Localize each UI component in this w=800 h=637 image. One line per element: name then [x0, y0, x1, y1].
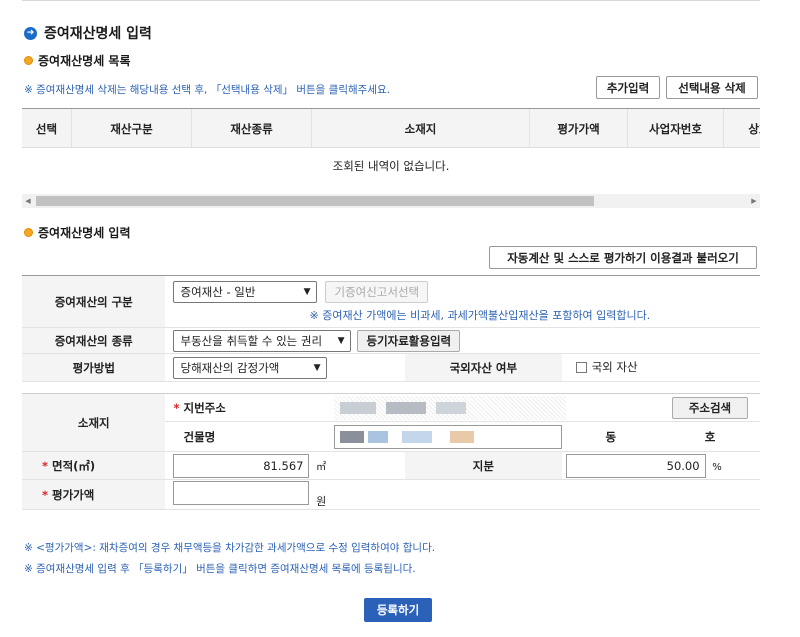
category-select[interactable]: 증여재산 - 일반 ▼	[173, 280, 318, 303]
horizontal-scrollbar[interactable]: ◀ ▶	[22, 194, 760, 208]
column-header-select: 선택	[22, 109, 72, 147]
address-row: 소재지 * 지번주소 주소검색	[22, 393, 760, 452]
address-label: 지번주소	[183, 400, 226, 415]
footnote-valuation: ※ <평가가액>: 재차증여의 경우 채무액등을 차가감한 과세가액으로 수정 …	[24, 542, 436, 554]
delete-notice: ※ 증여재산명세 삭제는 해당내용 선택 후, 「선택내용 삭제」 버튼을 클릭…	[24, 84, 390, 96]
category-row: 증여재산의 구분 증여재산 - 일반 ▼ 기증여신고서선택 ※ 증여재산 가액에는…	[22, 275, 760, 328]
required-mark: *	[42, 487, 49, 502]
location-label: 소재지	[22, 393, 166, 452]
page-title-text: 증여재산명세 입력	[44, 26, 152, 42]
foreign-asset-checkbox-label: 국외 자산	[591, 360, 638, 375]
column-header-location: 소재지	[312, 109, 530, 147]
checkbox-icon[interactable]	[575, 361, 587, 373]
dong-label: 동	[561, 421, 660, 452]
foreign-asset-label: 국외자산 여부	[405, 353, 562, 382]
redacted-block	[385, 401, 426, 414]
column-header-type: 재산종류	[192, 109, 312, 147]
type-row: 증여재산의 종류 부동산을 취득할 수 있는 권리 ▼ 등기자료활용입력	[22, 327, 760, 354]
required-mark: *	[42, 458, 49, 473]
valuation-label: 평가방법	[22, 353, 166, 382]
redacted-block	[435, 401, 466, 414]
footnote-register: ※ 증여재산명세 입력 후 「등록하기」 버튼을 클릭하면 증여재산명세 목록에…	[24, 563, 416, 575]
value-input[interactable]	[173, 480, 310, 505]
load-self-assessment-button[interactable]: 자동계산 및 스스로 평가하기 이용결과 불러오기	[489, 246, 757, 269]
type-select[interactable]: 부동산을 취득할 수 있는 권리 ▼	[173, 329, 352, 352]
share-unit: %	[712, 461, 722, 473]
prior-return-select-button[interactable]: 기증여신고서선택	[325, 280, 429, 303]
input-section-title-text: 증여재산명세 입력	[38, 225, 131, 240]
redacted-block	[339, 430, 364, 443]
arrow-right-icon: ➜	[24, 26, 37, 40]
scroll-right-icon[interactable]: ▶	[748, 194, 760, 208]
bullet-icon	[24, 55, 33, 65]
value-row: * 평가가액 원	[22, 479, 760, 510]
building-label: 건물명	[165, 421, 330, 452]
value-unit: 원	[316, 494, 327, 508]
building-input[interactable]	[333, 424, 562, 449]
value-label: 평가가액	[52, 487, 95, 502]
add-input-button[interactable]: 추가입력	[596, 76, 660, 99]
register-button[interactable]: 등록하기	[364, 598, 432, 622]
type-label: 증여재산의 종류	[22, 327, 166, 354]
share-input[interactable]: 50.00	[565, 453, 706, 478]
page-title: ➜ 증여재산명세 입력	[24, 24, 152, 42]
input-form-table: 증여재산의 구분 증여재산 - 일반 ▼ 기증여신고서선택 ※ 증여재산 가액에는…	[22, 275, 760, 510]
scroll-left-icon[interactable]: ◀	[22, 194, 34, 208]
redacted-block	[449, 430, 474, 443]
valuation-select[interactable]: 당해재산의 감정가액 ▼	[173, 356, 328, 379]
foreign-asset-checkbox[interactable]: 국외 자산	[575, 359, 638, 375]
column-header-category: 재산구분	[72, 109, 192, 147]
redacted-block	[339, 401, 376, 414]
delete-selected-button[interactable]: 선택내용 삭제	[666, 76, 758, 99]
redacted-block	[401, 430, 432, 443]
list-section-title-text: 증여재산명세 목록	[38, 53, 131, 68]
area-unit: ㎡	[316, 461, 327, 473]
list-section-title: 증여재산명세 목록	[24, 52, 131, 68]
column-header-business-no: 사업자번호	[628, 109, 724, 147]
empty-list-message: 조회된 내역이 없습니다.	[332, 159, 450, 173]
address-search-button[interactable]: 주소검색	[671, 396, 748, 419]
list-table-header: 선택 재산구분 재산종류 소재지 평가가액 사업자번호 상호	[22, 108, 760, 148]
valuation-row: 평가방법 당해재산의 감정가액 ▼ 국외자산 여부 국외 자산	[22, 353, 760, 382]
area-input[interactable]: 81.567	[173, 453, 310, 478]
ho-label: 호	[659, 421, 760, 452]
column-header-company: 상호	[748, 122, 760, 136]
share-label: 지분	[405, 451, 562, 480]
column-header-value: 평가가액	[530, 109, 628, 147]
category-hint: ※ 증여재산 가액에는 비과세, 과세가액불산입재산을 포함하여 입력합니다.	[309, 308, 651, 322]
scrollbar-thumb[interactable]	[36, 196, 594, 206]
chevron-down-icon: ▼	[313, 362, 321, 373]
area-row: * 면적(㎡) 81.567 ㎡ 지분 50.00 %	[22, 451, 760, 480]
registry-data-button[interactable]: 등기자료활용입력	[357, 329, 461, 352]
address-field[interactable]	[333, 395, 566, 420]
input-section-title: 증여재산명세 입력	[24, 224, 131, 240]
category-label: 증여재산의 구분	[22, 275, 166, 328]
area-label: 면적(㎡)	[52, 458, 96, 473]
required-mark: *	[173, 400, 180, 415]
chevron-down-icon: ▼	[337, 335, 345, 346]
redacted-block	[367, 430, 388, 443]
spacer-row	[22, 381, 760, 394]
chevron-down-icon: ▼	[303, 286, 311, 297]
top-divider	[22, 0, 760, 1]
bullet-icon	[24, 227, 33, 237]
